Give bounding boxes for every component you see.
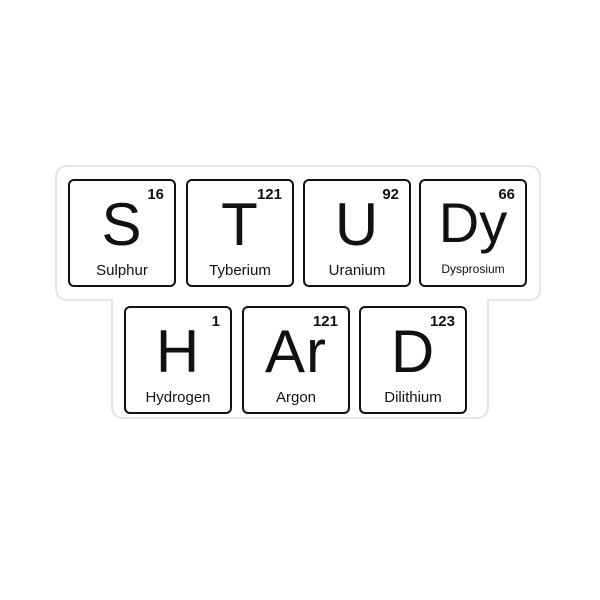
element-symbol: T [221,191,259,258]
element-tile-argon: 121 Ar Argon [242,306,350,414]
element-tile-dysprosium: 66 Dy Dysprosium [419,179,527,287]
element-symbol: S [101,191,143,258]
element-tile-uranium: 92 U Uranium [303,179,411,287]
element-name: Uranium [328,262,386,279]
element-name: Sulphur [96,262,148,279]
element-symbol: U [334,191,380,258]
element-symbol: Dy [438,191,508,254]
element-name: Tyberium [209,262,271,279]
element-name: Dilithium [384,389,442,406]
sticker-canvas: 16 S Sulphur 121 T Tyberium 92 U Uranium… [0,0,600,600]
element-tile-tyberium: 121 T Tyberium [186,179,294,287]
element-tile-sulphur: 16 S Sulphur [68,179,176,287]
element-name: Dysprosium [441,262,505,276]
element-symbol: Ar [265,318,327,385]
element-symbol: D [390,318,436,385]
element-symbol: H [155,318,201,385]
element-name: Argon [275,389,317,406]
element-name: Hydrogen [145,389,211,406]
sticker-outline [55,165,541,419]
element-tile-dilithium: 123 D Dilithium [359,306,467,414]
element-tile-hydrogen: 1 H Hydrogen [124,306,232,414]
